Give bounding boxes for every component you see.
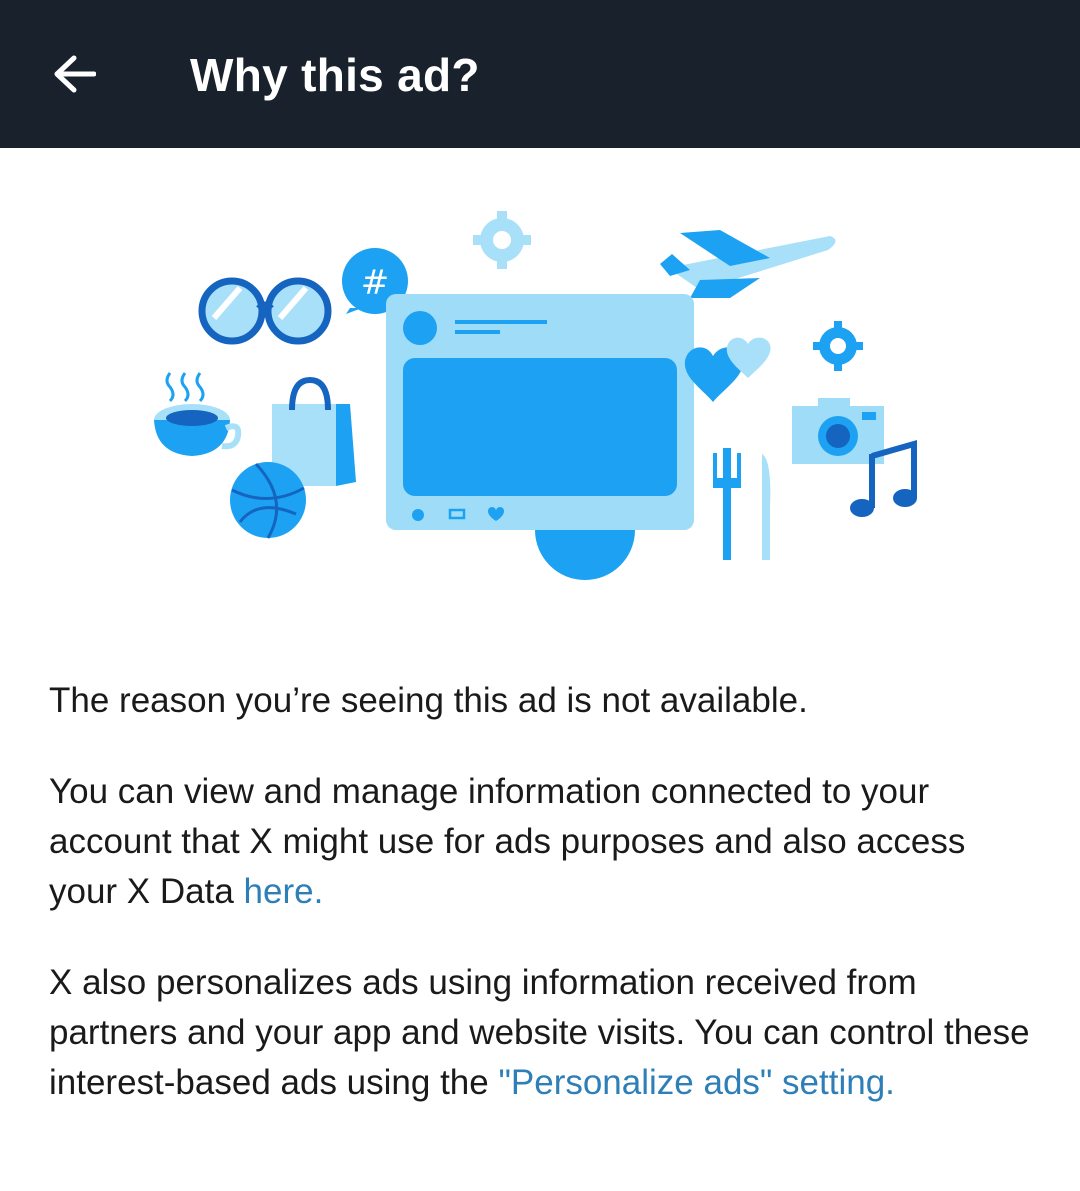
arrow-left-icon — [54, 55, 96, 93]
gear-icon — [473, 211, 531, 269]
fork-knife-icon — [713, 448, 771, 560]
airplane-icon — [660, 230, 836, 298]
ads-illustration: # — [154, 211, 917, 580]
personalize-info-text: X also personalizes ads using informatio… — [49, 958, 1039, 1108]
hearts-icon — [684, 337, 771, 402]
reason-text: The reason you’re seeing this ad is not … — [49, 681, 808, 720]
coffee-cup-icon — [154, 372, 242, 456]
manage-info-text: You can view and manage information conn… — [49, 767, 1039, 917]
tweet-card-icon — [386, 294, 694, 530]
svg-text:#: # — [361, 263, 390, 303]
basketball-icon — [230, 462, 306, 539]
sunglasses-icon — [198, 277, 332, 345]
back-button[interactable] — [44, 44, 104, 104]
manage-info-body: You can view and manage information conn… — [49, 772, 966, 911]
ad-explanation: The reason you’re seeing this ad is not … — [49, 676, 1039, 1149]
here-link[interactable]: here. — [244, 872, 324, 911]
app-bar: Why this ad? — [0, 0, 1080, 148]
gear-icon — [813, 321, 863, 371]
page-title: Why this ad? — [190, 49, 480, 101]
personalize-ads-setting-link[interactable]: "Personalize ads" setting. — [498, 1063, 894, 1102]
